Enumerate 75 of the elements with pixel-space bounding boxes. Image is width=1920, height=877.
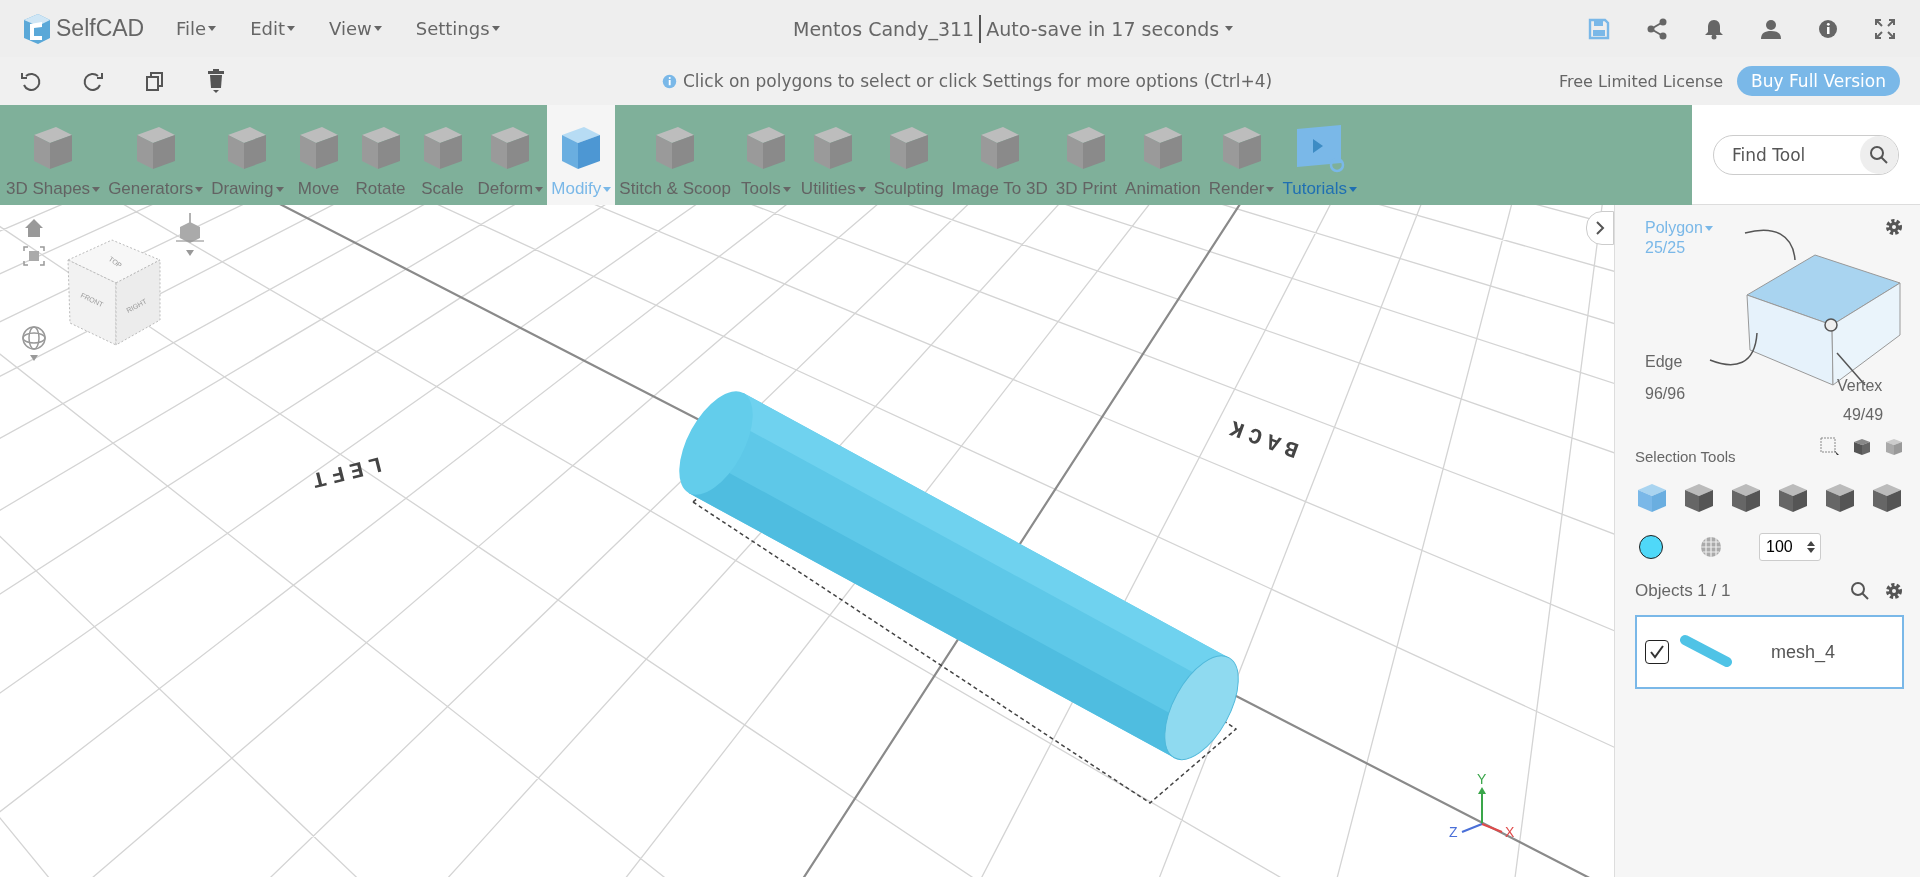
tool-button[interactable]: Tools (734, 105, 797, 205)
app-name: SelfCAD (56, 15, 145, 42)
checkbox[interactable] (1645, 640, 1669, 664)
tool-button[interactable]: Sculpting (869, 105, 948, 205)
vertex-label: Vertex (1837, 377, 1883, 395)
copy-icon[interactable] (144, 70, 166, 92)
menu-item[interactable]: Settings (415, 18, 500, 39)
selection-mode-icon[interactable] (1776, 481, 1810, 515)
vertex-count: 49/49 (1843, 406, 1884, 424)
axis-y-arrow (1478, 787, 1486, 825)
edge-label: Edge (1645, 353, 1683, 371)
selection-mode-icon[interactable] (1682, 481, 1716, 515)
settings-icon[interactable] (1884, 581, 1904, 601)
collapse-panel-button[interactable] (1586, 211, 1614, 245)
cube-icon[interactable] (1852, 437, 1872, 457)
tool-button[interactable]: Modify (547, 105, 616, 205)
tool-button[interactable]: Deform (473, 105, 548, 205)
trash-icon[interactable] (206, 68, 226, 94)
caret-icon[interactable] (30, 355, 38, 361)
cylinder-thumbnail-icon (1679, 634, 1735, 670)
selection-mode-icon[interactable] (1729, 481, 1763, 515)
tool-button[interactable]: 3D Print (1051, 105, 1122, 205)
buy-button[interactable]: Buy Full Version (1737, 66, 1900, 96)
tool-button[interactable]: 3D Shapes (2, 105, 105, 205)
user-icon[interactable] (1760, 17, 1782, 40)
axis-label: X (1505, 824, 1515, 840)
selection-mode-icon[interactable] (1823, 481, 1857, 515)
info-icon (662, 73, 677, 89)
objects-heading: Objects 1 / 1 (1635, 581, 1731, 601)
tool-button[interactable]: Move (287, 105, 350, 205)
share-icon[interactable] (1646, 17, 1668, 40)
search-icon[interactable] (1869, 144, 1889, 165)
axis-label: Z (1449, 824, 1458, 840)
polygon-count: 25/25 (1645, 239, 1686, 257)
selection-mode-dropdown[interactable]: Polygon (1645, 219, 1713, 237)
undo-icon[interactable] (20, 70, 42, 92)
tool-button[interactable]: Animation (1121, 105, 1205, 205)
settings-icon[interactable] (1884, 217, 1904, 237)
axis-label: Y (1477, 771, 1487, 787)
checkmark-icon (1648, 643, 1666, 661)
section-title: Selection Tools (1635, 448, 1736, 465)
spinner-icon[interactable] (1806, 539, 1816, 555)
opacity-field[interactable]: 100 (1759, 533, 1821, 561)
tool-button[interactable]: Image To 3D (947, 105, 1052, 205)
tool-button[interactable]: Stitch & Scoop (615, 105, 735, 205)
tool-button[interactable]: Scale (411, 105, 474, 205)
bell-icon[interactable] (1704, 17, 1724, 40)
document-title: Mentos Candy_311 (793, 17, 975, 40)
tool-button[interactable]: Generators (104, 105, 208, 205)
menu-item[interactable]: View (329, 18, 382, 39)
license-text: Free Limited License (1559, 71, 1724, 91)
chevron-right-icon (1595, 221, 1605, 235)
tool-button[interactable]: Rotate (349, 105, 412, 205)
object-item[interactable]: mesh_4 (1635, 615, 1904, 689)
tool-button[interactable]: Utilities (796, 105, 870, 205)
menu-item[interactable]: Edit (250, 18, 295, 39)
info-icon[interactable] (1818, 18, 1838, 39)
home-icon[interactable] (25, 219, 43, 237)
view-label: BACK (1221, 412, 1303, 462)
redo-icon[interactable] (82, 70, 104, 92)
tool-button[interactable]: Render (1204, 105, 1279, 205)
menu-item[interactable]: File (176, 18, 217, 39)
caret-icon[interactable] (186, 250, 194, 256)
color-swatch[interactable] (1639, 535, 1663, 559)
edge-count: 96/96 (1645, 385, 1686, 403)
object-name: mesh_4 (1771, 641, 1836, 663)
tool-button[interactable]: Tutorials (1278, 105, 1362, 205)
hint-text: Click on polygons to select or click Settings for more options (Ctrl+4) (683, 71, 1273, 91)
selection-mode-icon[interactable] (1870, 481, 1904, 515)
fullscreen-icon[interactable] (1874, 17, 1896, 40)
autosave-dropdown[interactable]: Auto-save in 17 seconds (986, 17, 1234, 40)
search-icon[interactable] (1850, 581, 1870, 601)
view-label: LEFT (303, 450, 385, 494)
tool-button[interactable]: Drawing (207, 105, 288, 205)
compass-icon[interactable] (22, 326, 46, 350)
